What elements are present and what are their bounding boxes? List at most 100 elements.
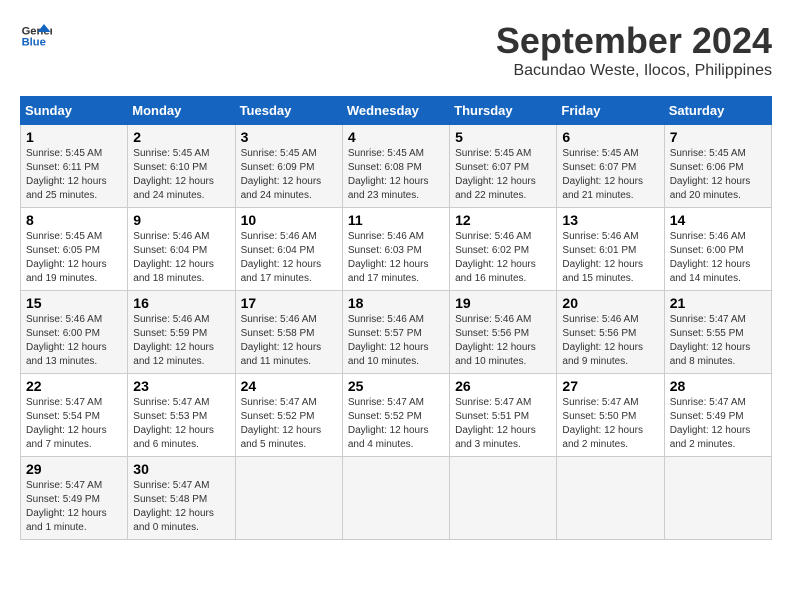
day-cell-26: 26 Sunrise: 5:47 AM Sunset: 5:51 PM Dayl… — [450, 374, 557, 457]
day-cell-20: 20 Sunrise: 5:46 AM Sunset: 5:56 PM Dayl… — [557, 291, 664, 374]
day-cell-24: 24 Sunrise: 5:47 AM Sunset: 5:52 PM Dayl… — [235, 374, 342, 457]
day-number: 13 — [562, 212, 658, 228]
day-number: 20 — [562, 295, 658, 311]
day-cell-22: 22 Sunrise: 5:47 AM Sunset: 5:54 PM Dayl… — [21, 374, 128, 457]
day-info: Sunrise: 5:45 AM Sunset: 6:11 PM Dayligh… — [26, 147, 122, 203]
day-info: Sunrise: 5:46 AM Sunset: 5:58 PM Dayligh… — [241, 313, 337, 369]
day-number: 2 — [133, 129, 229, 145]
day-info: Sunrise: 5:47 AM Sunset: 5:49 PM Dayligh… — [670, 396, 766, 452]
day-cell-19: 19 Sunrise: 5:46 AM Sunset: 5:56 PM Dayl… — [450, 291, 557, 374]
day-info: Sunrise: 5:47 AM Sunset: 5:50 PM Dayligh… — [562, 396, 658, 452]
empty-cell — [342, 457, 449, 540]
header: General Blue September 2024 Bacundao Wes… — [20, 20, 772, 80]
day-cell-11: 11 Sunrise: 5:46 AM Sunset: 6:03 PM Dayl… — [342, 208, 449, 291]
day-info: Sunrise: 5:47 AM Sunset: 5:48 PM Dayligh… — [133, 479, 229, 535]
title-section: September 2024 Bacundao Weste, Ilocos, P… — [496, 20, 772, 80]
day-cell-23: 23 Sunrise: 5:47 AM Sunset: 5:53 PM Dayl… — [128, 374, 235, 457]
day-cell-16: 16 Sunrise: 5:46 AM Sunset: 5:59 PM Dayl… — [128, 291, 235, 374]
day-number: 26 — [455, 378, 551, 394]
header-cell-friday: Friday — [557, 97, 664, 125]
day-number: 24 — [241, 378, 337, 394]
week-row-4: 22 Sunrise: 5:47 AM Sunset: 5:54 PM Dayl… — [21, 374, 772, 457]
day-cell-5: 5 Sunrise: 5:45 AM Sunset: 6:07 PM Dayli… — [450, 125, 557, 208]
day-cell-12: 12 Sunrise: 5:46 AM Sunset: 6:02 PM Dayl… — [450, 208, 557, 291]
header-cell-wednesday: Wednesday — [342, 97, 449, 125]
day-info: Sunrise: 5:46 AM Sunset: 6:00 PM Dayligh… — [26, 313, 122, 369]
day-info: Sunrise: 5:46 AM Sunset: 5:57 PM Dayligh… — [348, 313, 444, 369]
day-info: Sunrise: 5:46 AM Sunset: 6:04 PM Dayligh… — [241, 230, 337, 286]
week-row-2: 8 Sunrise: 5:45 AM Sunset: 6:05 PM Dayli… — [21, 208, 772, 291]
empty-cell — [664, 457, 771, 540]
day-number: 23 — [133, 378, 229, 394]
location-title: Bacundao Weste, Ilocos, Philippines — [496, 62, 772, 80]
day-info: Sunrise: 5:46 AM Sunset: 6:03 PM Dayligh… — [348, 230, 444, 286]
day-number: 19 — [455, 295, 551, 311]
day-info: Sunrise: 5:46 AM Sunset: 6:02 PM Dayligh… — [455, 230, 551, 286]
empty-cell — [450, 457, 557, 540]
day-info: Sunrise: 5:47 AM Sunset: 5:54 PM Dayligh… — [26, 396, 122, 452]
logo: General Blue — [20, 20, 52, 52]
day-info: Sunrise: 5:46 AM Sunset: 6:04 PM Dayligh… — [133, 230, 229, 286]
day-info: Sunrise: 5:46 AM Sunset: 5:56 PM Dayligh… — [562, 313, 658, 369]
header-row: SundayMondayTuesdayWednesdayThursdayFrid… — [21, 97, 772, 125]
day-number: 10 — [241, 212, 337, 228]
day-info: Sunrise: 5:46 AM Sunset: 6:01 PM Dayligh… — [562, 230, 658, 286]
day-cell-7: 7 Sunrise: 5:45 AM Sunset: 6:06 PM Dayli… — [664, 125, 771, 208]
day-info: Sunrise: 5:46 AM Sunset: 5:56 PM Dayligh… — [455, 313, 551, 369]
day-cell-13: 13 Sunrise: 5:46 AM Sunset: 6:01 PM Dayl… — [557, 208, 664, 291]
day-info: Sunrise: 5:45 AM Sunset: 6:10 PM Dayligh… — [133, 147, 229, 203]
day-info: Sunrise: 5:46 AM Sunset: 5:59 PM Dayligh… — [133, 313, 229, 369]
day-number: 12 — [455, 212, 551, 228]
day-info: Sunrise: 5:45 AM Sunset: 6:08 PM Dayligh… — [348, 147, 444, 203]
day-number: 17 — [241, 295, 337, 311]
day-number: 9 — [133, 212, 229, 228]
day-number: 21 — [670, 295, 766, 311]
day-number: 29 — [26, 461, 122, 477]
header-cell-sunday: Sunday — [21, 97, 128, 125]
day-info: Sunrise: 5:45 AM Sunset: 6:07 PM Dayligh… — [455, 147, 551, 203]
header-cell-tuesday: Tuesday — [235, 97, 342, 125]
day-number: 15 — [26, 295, 122, 311]
header-cell-saturday: Saturday — [664, 97, 771, 125]
day-info: Sunrise: 5:47 AM Sunset: 5:52 PM Dayligh… — [241, 396, 337, 452]
day-number: 27 — [562, 378, 658, 394]
day-info: Sunrise: 5:47 AM Sunset: 5:53 PM Dayligh… — [133, 396, 229, 452]
week-row-3: 15 Sunrise: 5:46 AM Sunset: 6:00 PM Dayl… — [21, 291, 772, 374]
day-cell-27: 27 Sunrise: 5:47 AM Sunset: 5:50 PM Dayl… — [557, 374, 664, 457]
day-info: Sunrise: 5:45 AM Sunset: 6:06 PM Dayligh… — [670, 147, 766, 203]
day-cell-25: 25 Sunrise: 5:47 AM Sunset: 5:52 PM Dayl… — [342, 374, 449, 457]
day-cell-14: 14 Sunrise: 5:46 AM Sunset: 6:00 PM Dayl… — [664, 208, 771, 291]
day-info: Sunrise: 5:45 AM Sunset: 6:09 PM Dayligh… — [241, 147, 337, 203]
week-row-1: 1 Sunrise: 5:45 AM Sunset: 6:11 PM Dayli… — [21, 125, 772, 208]
day-cell-3: 3 Sunrise: 5:45 AM Sunset: 6:09 PM Dayli… — [235, 125, 342, 208]
day-cell-18: 18 Sunrise: 5:46 AM Sunset: 5:57 PM Dayl… — [342, 291, 449, 374]
day-info: Sunrise: 5:45 AM Sunset: 6:07 PM Dayligh… — [562, 147, 658, 203]
day-cell-1: 1 Sunrise: 5:45 AM Sunset: 6:11 PM Dayli… — [21, 125, 128, 208]
empty-cell — [557, 457, 664, 540]
day-number: 8 — [26, 212, 122, 228]
day-info: Sunrise: 5:46 AM Sunset: 6:00 PM Dayligh… — [670, 230, 766, 286]
header-cell-thursday: Thursday — [450, 97, 557, 125]
day-info: Sunrise: 5:47 AM Sunset: 5:55 PM Dayligh… — [670, 313, 766, 369]
day-cell-30: 30 Sunrise: 5:47 AM Sunset: 5:48 PM Dayl… — [128, 457, 235, 540]
day-cell-4: 4 Sunrise: 5:45 AM Sunset: 6:08 PM Dayli… — [342, 125, 449, 208]
day-number: 7 — [670, 129, 766, 145]
calendar-table: SundayMondayTuesdayWednesdayThursdayFrid… — [20, 96, 772, 540]
day-number: 3 — [241, 129, 337, 145]
day-number: 28 — [670, 378, 766, 394]
header-cell-monday: Monday — [128, 97, 235, 125]
day-number: 14 — [670, 212, 766, 228]
day-number: 6 — [562, 129, 658, 145]
day-number: 18 — [348, 295, 444, 311]
day-number: 16 — [133, 295, 229, 311]
month-title: September 2024 — [496, 20, 772, 62]
week-row-5: 29 Sunrise: 5:47 AM Sunset: 5:49 PM Dayl… — [21, 457, 772, 540]
day-info: Sunrise: 5:47 AM Sunset: 5:52 PM Dayligh… — [348, 396, 444, 452]
day-cell-17: 17 Sunrise: 5:46 AM Sunset: 5:58 PM Dayl… — [235, 291, 342, 374]
day-number: 22 — [26, 378, 122, 394]
day-info: Sunrise: 5:45 AM Sunset: 6:05 PM Dayligh… — [26, 230, 122, 286]
empty-cell — [235, 457, 342, 540]
day-number: 30 — [133, 461, 229, 477]
day-number: 25 — [348, 378, 444, 394]
day-cell-15: 15 Sunrise: 5:46 AM Sunset: 6:00 PM Dayl… — [21, 291, 128, 374]
